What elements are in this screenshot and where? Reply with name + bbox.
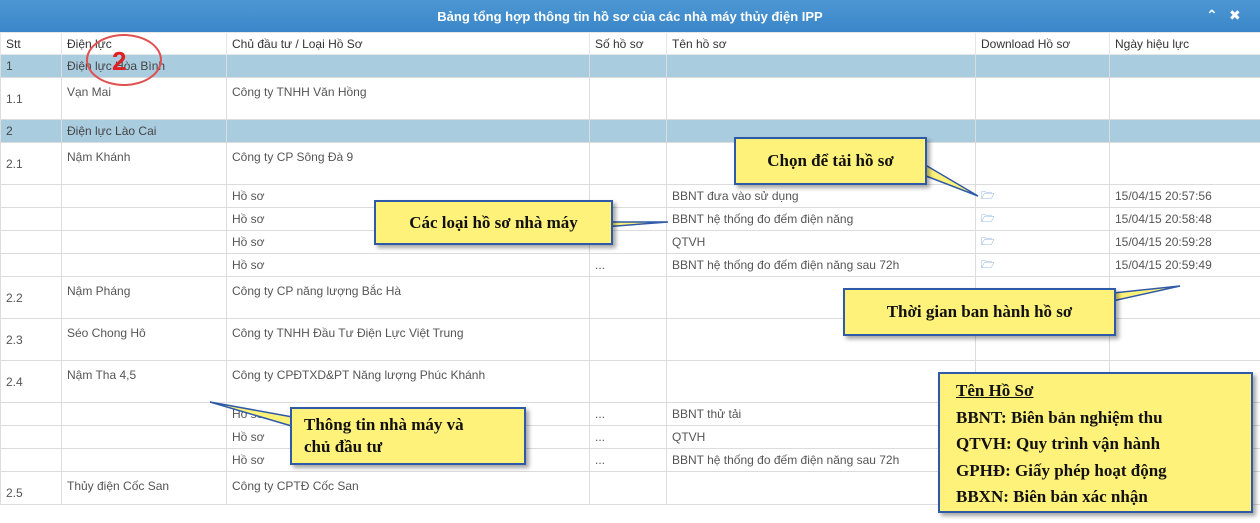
plant-owner: Công ty CPĐTXD&PT Năng lượng Phúc Khánh [226,360,590,403]
document-row[interactable]: Hồ sơ BBNT đưa vào sử dụng 🗁 15/04/15 20… [0,184,1260,208]
step-number: 2 [112,46,127,76]
legend-item: GPHĐ: Giấy phép hoạt động [956,460,1167,480]
collapse-icon[interactable]: ⌃ [1206,7,1218,24]
plant-owner: Công ty TNHH Văn Hồng [226,77,590,120]
plant-row[interactable]: 1.1 Vạn Mai Công ty TNHH Văn Hồng [0,77,1260,120]
column-header-owner[interactable]: Chủ đầu tư / Loại Hồ Sơ [226,32,590,55]
column-header-doc-number[interactable]: Số hồ sơ [589,32,667,55]
group-stt: 1 [0,54,62,78]
doc-number: ... [589,425,667,449]
document-row[interactable]: Hồ sơ ... BBNT hệ thống đo đếm điện năng… [0,253,1260,277]
group-name: Điện lực Lào Cai [61,119,227,143]
document-row[interactable]: Hồ sơ BBNT hệ thống đo đếm điện năng 🗁 1… [0,207,1260,231]
column-header-stt[interactable]: Stt [0,32,62,55]
abbreviation-legend: Tên Hồ Sơ BBNT: Biên bản nghiệm thu QTVH… [938,372,1253,513]
legend-item: QTVH: Quy trình vận hành [956,434,1161,453]
column-header-doc-name[interactable]: Tên hồ sơ [666,32,976,55]
doc-name: QTVH [666,230,976,254]
close-icon[interactable]: ✖ [1229,7,1241,24]
plant-owner: Công ty CPTĐ Cốc San [226,471,590,505]
group-row[interactable]: 2 Điện lực Lào Cai [0,119,1260,143]
plant-owner: Công ty CP Sông Đà 9 [226,142,590,185]
plant-name: Séo Chong Hô [61,318,227,361]
plant-stt: 2.5 [0,471,62,505]
doc-effective-date: 15/04/15 20:59:28 [1109,230,1260,254]
column-header-effective-date[interactable]: Ngày hiệu lực [1109,32,1260,55]
plant-name: Nậm Tha 4,5 [61,360,227,403]
legend-heading: Tên Hồ Sơ [956,381,1034,400]
doc-name: BBNT hệ thống đo đếm điện năng sau 72h [666,448,976,472]
legend-item: BBXN: Biên bản xác nhận [956,487,1148,506]
doc-effective-date: 15/04/15 20:58:48 [1109,207,1260,231]
doc-number: ... [589,253,667,277]
plant-stt: 2.4 [0,360,62,403]
doc-name: BBNT thử tải [666,402,976,426]
column-header-download[interactable]: Download Hồ sơ [975,32,1110,55]
plant-owner: Công ty TNHH Đầu Tư Điện Lực Việt Trung [226,318,590,361]
plant-stt: 2.1 [0,142,62,185]
doc-name: BBNT hệ thống đo đếm điện năng [666,207,976,231]
doc-type: Hồ sơ [226,253,590,277]
doc-number: ... [589,402,667,426]
callout-plant-info-line2: chủ đầu tư [304,437,383,456]
plant-name: Thủy điện Cốc San [61,471,227,505]
plant-stt: 1.1 [0,77,62,120]
folder-open-icon[interactable]: 🗁 [981,210,995,229]
plant-stt: 2.3 [0,318,62,361]
group-stt: 2 [0,119,62,143]
folder-open-icon[interactable]: 🗁 [981,233,995,252]
table-header-row: Stt Điện lực Chủ đầu tư / Loại Hồ Sơ Số … [0,32,1260,55]
document-row[interactable]: Hồ sơ QTVH 🗁 15/04/15 20:59:28 [0,230,1260,254]
callout-doc-types: Các loại hồ sơ nhà máy [374,200,613,245]
callout-plant-info-line1: Thông tin nhà máy và [304,415,464,434]
window-titlebar: Bảng tổng hợp thông tin hồ sơ của các nh… [0,0,1260,32]
callout-download: Chọn để tải hồ sơ [734,137,927,185]
plant-stt: 2.2 [0,276,62,319]
plant-row[interactable]: 2.1 Nậm Khánh Công ty CP Sông Đà 9 [0,142,1260,185]
folder-open-icon[interactable]: 🗁 [981,187,995,206]
window-title: Bảng tổng hợp thông tin hồ sơ của các nh… [437,8,823,24]
legend-item: BBNT: Biên bản nghiệm thu [956,407,1163,427]
plant-name: Vạn Mai [61,77,227,120]
callout-issue-time: Thời gian ban hành hồ sơ [843,288,1116,336]
plant-name: Nậm Khánh [61,142,227,185]
doc-effective-date: 15/04/15 20:57:56 [1109,184,1260,208]
plant-name: Nậm Pháng [61,276,227,319]
doc-effective-date: 15/04/15 20:59:49 [1109,253,1260,277]
doc-name: BBNT hệ thống đo đếm điện năng sau 72h [666,253,976,277]
group-row[interactable]: 1 Điện lực Hòa Bình [0,54,1260,78]
doc-name: BBNT đưa vào sử dụng [666,184,976,208]
doc-name: QTVH [666,425,976,449]
doc-number: ... [589,448,667,472]
folder-open-icon[interactable]: 🗁 [981,256,995,275]
callout-plant-info: Thông tin nhà máy và chủ đầu tư [290,407,526,465]
plant-owner: Công ty CP năng lượng Bắc Hà [226,276,590,319]
